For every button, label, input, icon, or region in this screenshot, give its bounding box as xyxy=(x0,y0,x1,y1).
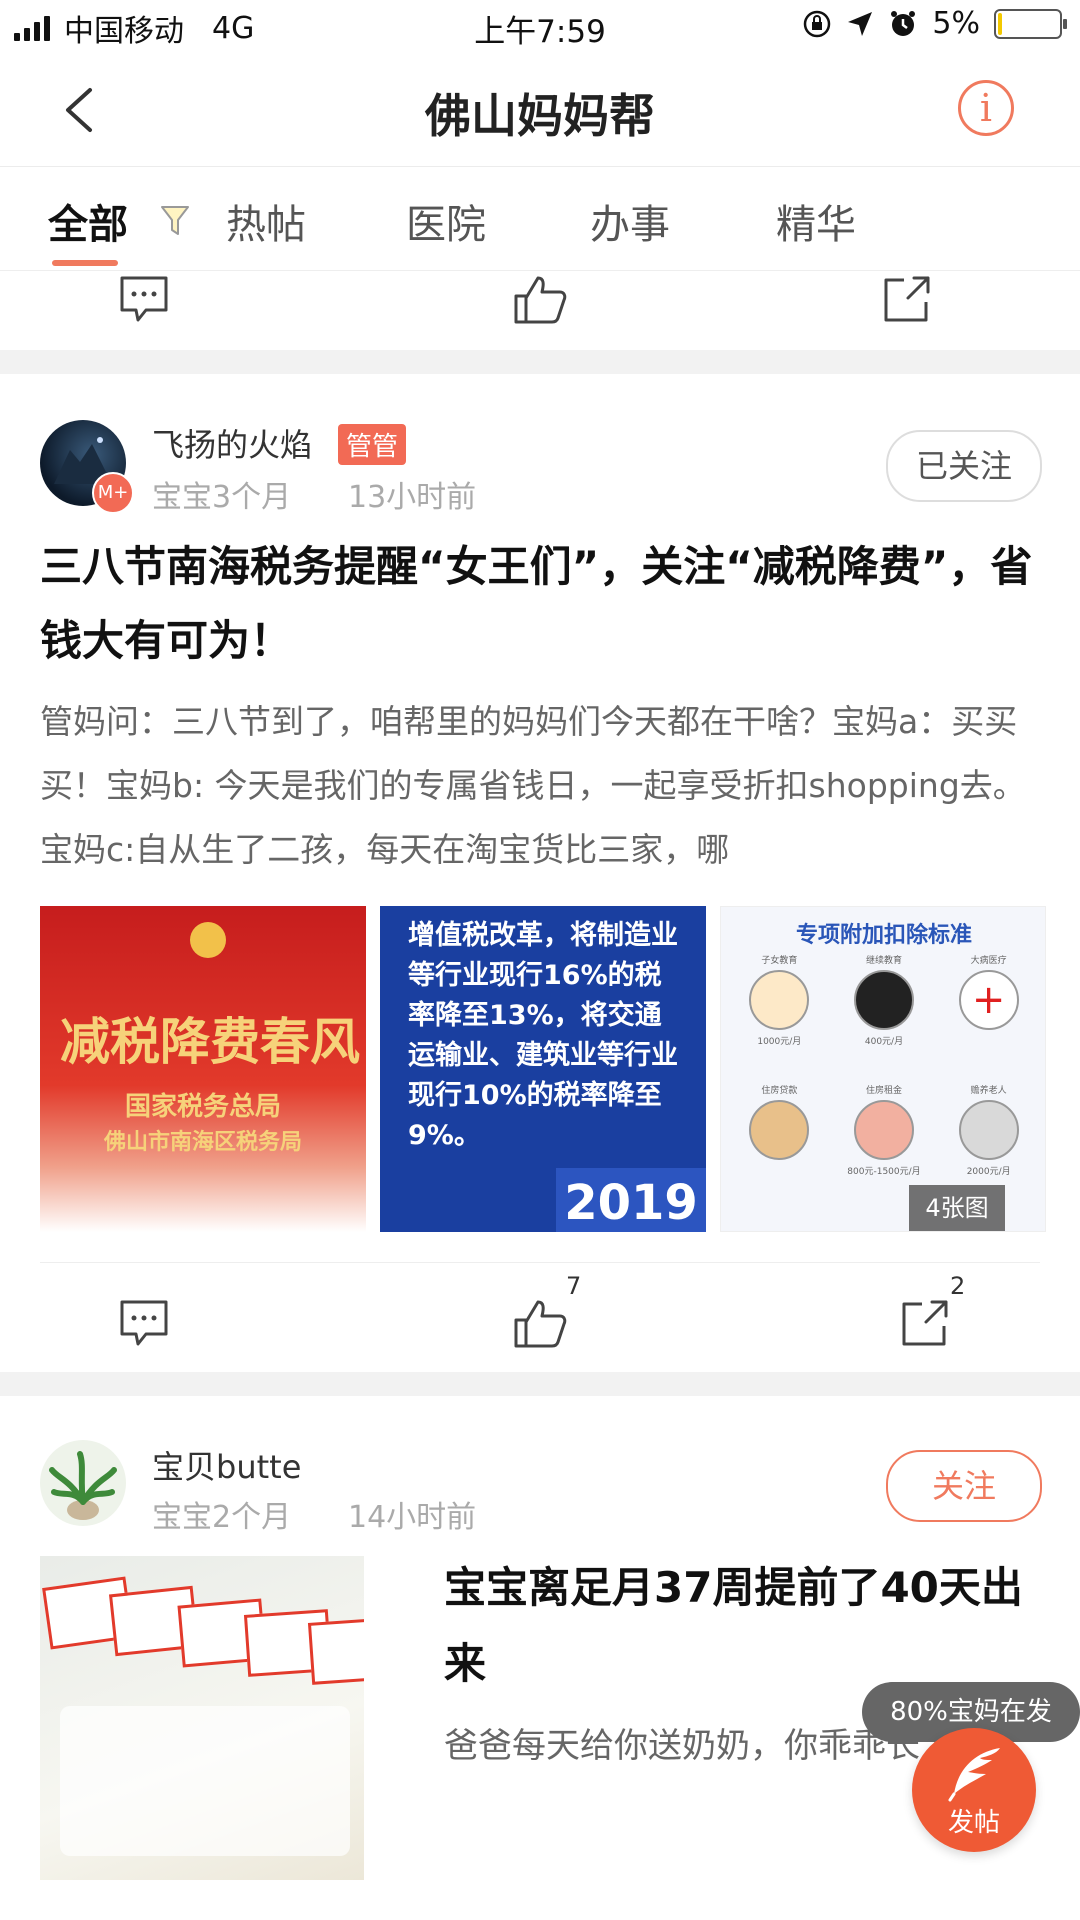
baby-age: 宝宝3个月 xyxy=(152,480,292,515)
username[interactable]: 宝贝butte xyxy=(152,1442,301,1488)
deduction-item: 大病医疗 + xyxy=(936,953,1041,1083)
post-title[interactable]: 宝宝离足月37周提前了40天出来 xyxy=(444,1550,1044,1702)
emblem-icon xyxy=(190,922,226,958)
nav-bar: 佛山妈妈帮 i xyxy=(0,54,1080,167)
tab-featured[interactable]: 精华 xyxy=(776,192,856,250)
moderator-badge-icon: M+ xyxy=(92,472,134,514)
share-icon[interactable] xyxy=(878,272,934,328)
location-icon xyxy=(848,11,873,36)
post-title[interactable]: 三八节南海税务提醒“女王们”，关注“减税降费”，省钱大有可为！ xyxy=(40,530,1040,678)
filter-icon[interactable] xyxy=(160,204,190,238)
like-count: 7 xyxy=(566,1272,582,1300)
tab-bar: 全部 热帖 医院 办事 精华 xyxy=(0,166,1080,271)
post-time: 13小时前 xyxy=(348,480,477,515)
image-1-bureau: 佛山市南海区税务局 xyxy=(103,1130,302,1155)
image-1-org: 国家税务总局 xyxy=(124,1092,281,1122)
follow-button[interactable]: 关注 xyxy=(886,1450,1042,1522)
prev-post-actions xyxy=(0,270,1080,360)
like-icon[interactable] xyxy=(512,1296,568,1352)
image-3-title: 专项附加扣除标准 xyxy=(795,923,972,948)
tab-hospital[interactable]: 医院 xyxy=(406,192,486,250)
status-right: 5% xyxy=(802,6,1067,41)
deduction-item: 继续教育 400元/月 xyxy=(832,953,937,1083)
post-excerpt[interactable]: 管妈问：三八节到了，咱帮里的妈妈们今天都在干啥？宝妈a：买买买！宝妈b: 今天是… xyxy=(40,690,1040,882)
tab-hot[interactable]: 热帖 xyxy=(226,192,306,250)
image-2-text: 增值税改革，将制造业等行业现行16%的税率降至13%，将交通运输业、建筑业等行业… xyxy=(408,920,678,1151)
battery-icon xyxy=(994,8,1067,39)
share-count: 2 xyxy=(950,1272,966,1300)
image-count-badge: 4张图 xyxy=(909,1185,1005,1231)
post-thumbnail[interactable] xyxy=(40,1556,364,1880)
comment-icon[interactable] xyxy=(116,272,172,328)
orientation-lock-icon xyxy=(804,10,831,37)
image-1-slogan: 减税降费春风 xyxy=(60,1012,360,1071)
followed-button[interactable]: 已关注 xyxy=(886,430,1042,502)
tab-indicator xyxy=(52,260,118,266)
alarm-icon xyxy=(891,10,916,36)
status-bar: 中国移动 4G 上午7:59 5% xyxy=(0,0,1080,54)
deduction-grid: 子女教育 1000元/月 继续教育 400元/月 大病医疗 + 住房贷款 住房租金 80… xyxy=(727,953,1041,1213)
share-icon[interactable] xyxy=(896,1296,952,1352)
deduction-item: 住房贷款 xyxy=(727,1083,832,1213)
comment-icon[interactable] xyxy=(116,1296,172,1352)
post-image-3[interactable]: 专项附加扣除标准 子女教育 1000元/月 继续教育 400元/月 大病医疗 + 住房… xyxy=(720,906,1046,1232)
like-icon[interactable] xyxy=(512,272,568,328)
feather-icon xyxy=(948,1748,1000,1802)
section-divider xyxy=(0,350,1080,374)
tab-all[interactable]: 全部 xyxy=(48,192,128,250)
baby-age: 宝宝2个月 xyxy=(152,1500,292,1535)
role-badge: 管管 xyxy=(338,424,407,465)
page-title: 佛山妈妈帮 xyxy=(425,89,655,143)
battery-percent: 5% xyxy=(932,6,980,41)
deduction-item: 子女教育 1000元/月 xyxy=(727,953,832,1083)
post-time: 14小时前 xyxy=(348,1500,477,1535)
post-image-1[interactable]: 减税降费春风 国家税务总局 佛山市南海区税务局 xyxy=(40,906,366,1232)
username[interactable]: 飞扬的火焰 xyxy=(152,420,312,466)
post-actions: 7 2 xyxy=(0,1272,1080,1380)
compose-label: 发帖 xyxy=(947,1808,1000,1838)
post-image-2[interactable]: 增值税改革，将制造业等行业现行16%的税率降至13%，将交通运输业、建筑业等行业… xyxy=(380,906,706,1232)
compose-button[interactable]: 发帖 xyxy=(912,1728,1036,1852)
avatar-image xyxy=(49,1451,117,1520)
avatar[interactable] xyxy=(40,1440,126,1526)
tab-errands[interactable]: 办事 xyxy=(590,192,670,250)
divider xyxy=(40,1262,1040,1263)
info-icon[interactable]: i xyxy=(958,80,1014,136)
section-divider xyxy=(0,1372,1080,1396)
image-2-year: 2019 xyxy=(556,1168,706,1232)
